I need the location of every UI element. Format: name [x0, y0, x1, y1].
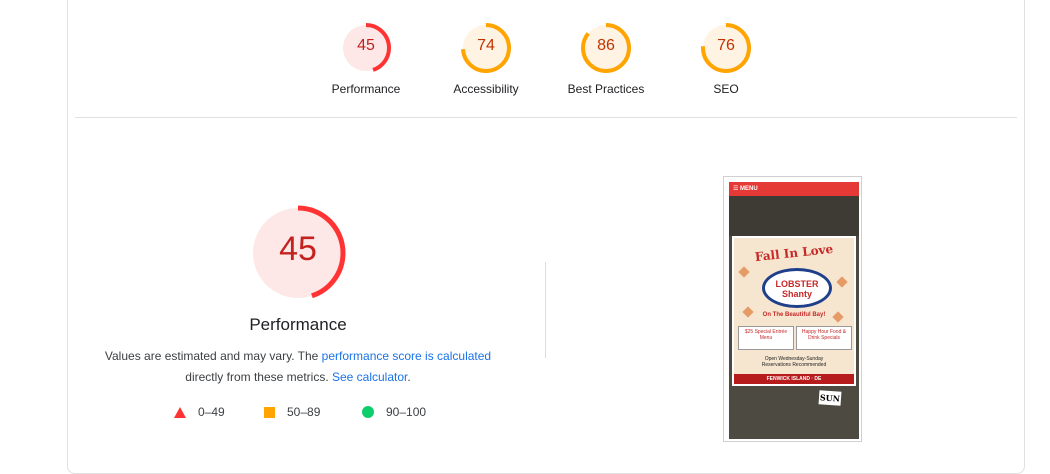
site-header [729, 196, 859, 236]
score-gauges: 45 Performance 74 Accessibility 86 Best … [0, 0, 1050, 110]
leaf-icon [738, 266, 750, 278]
menu-bar: ☰ MENU [729, 182, 859, 196]
gauge-best-practices[interactable]: 86 Best Practices [551, 22, 661, 96]
legend-range: 90–100 [386, 405, 427, 419]
circle-icon [362, 406, 374, 418]
gauge-accessibility[interactable]: 74 Accessibility [431, 22, 541, 96]
legend-average: 50–89 [264, 405, 320, 419]
gauge-label: SEO [713, 82, 739, 96]
performance-description: Values are estimated and may vary. The p… [98, 346, 498, 388]
logo-text: LOBSTER Shanty [775, 279, 819, 299]
gauge-seo[interactable]: 76 SEO [671, 22, 781, 96]
score-calculated-link[interactable]: performance score is calculated [322, 349, 491, 363]
gauge-score: 45 [357, 37, 375, 54]
ad-happy-hour-box: Happy Hour Food & Drink Specials [796, 326, 852, 350]
gauge-label: Performance [331, 82, 401, 96]
lobster-logo: LOBSTER Shanty [762, 268, 832, 308]
desc-text: Values are estimated and may vary. The [104, 349, 322, 363]
final-screenshot[interactable]: ☰ MENU Fall In Love LOBSTER Shanty On Th… [723, 176, 862, 442]
desc-text: directly from these metrics. [185, 370, 332, 384]
ad-title: Fall In Love [754, 241, 834, 265]
ad-footer: FENWICK ISLAND · DE [734, 374, 854, 384]
leaf-icon [836, 276, 848, 288]
section-divider [75, 117, 1017, 118]
performance-score: 45 [279, 230, 317, 268]
gauge-performance[interactable]: 45 Performance [311, 22, 421, 96]
gauge-label: Accessibility [453, 82, 519, 96]
ad-tagline: On The Beautiful Bay! [762, 312, 826, 318]
ad-special-box: $25 Special Entrée Menu [738, 326, 794, 350]
advertisement-image: Fall In Love LOBSTER Shanty On The Beaut… [732, 236, 856, 386]
square-icon [264, 406, 275, 418]
gauge-label: Best Practices [567, 82, 645, 96]
see-calculator-link[interactable]: See calculator [332, 370, 407, 384]
legend-pass: 90–100 [362, 405, 426, 419]
ad-hours: Open Wednesday-Sunday Reservations Recom… [734, 356, 854, 368]
triangle-icon [174, 406, 186, 418]
desc-text: . [407, 370, 411, 384]
gauge-score: 86 [597, 37, 615, 54]
legend-fail: 0–49 [174, 405, 225, 419]
sun-sign: SUN [818, 390, 842, 406]
legend-range: 0–49 [198, 405, 225, 419]
performance-title: Performance [249, 315, 347, 334]
gauge-score: 76 [717, 37, 735, 54]
ad-hours-line: Reservations Recommended [761, 362, 827, 368]
page-screenshot: Fall In Love LOBSTER Shanty On The Beaut… [729, 196, 859, 439]
vertical-divider [545, 262, 546, 358]
legend-range: 50–89 [287, 405, 321, 419]
gauge-score: 74 [477, 37, 495, 54]
